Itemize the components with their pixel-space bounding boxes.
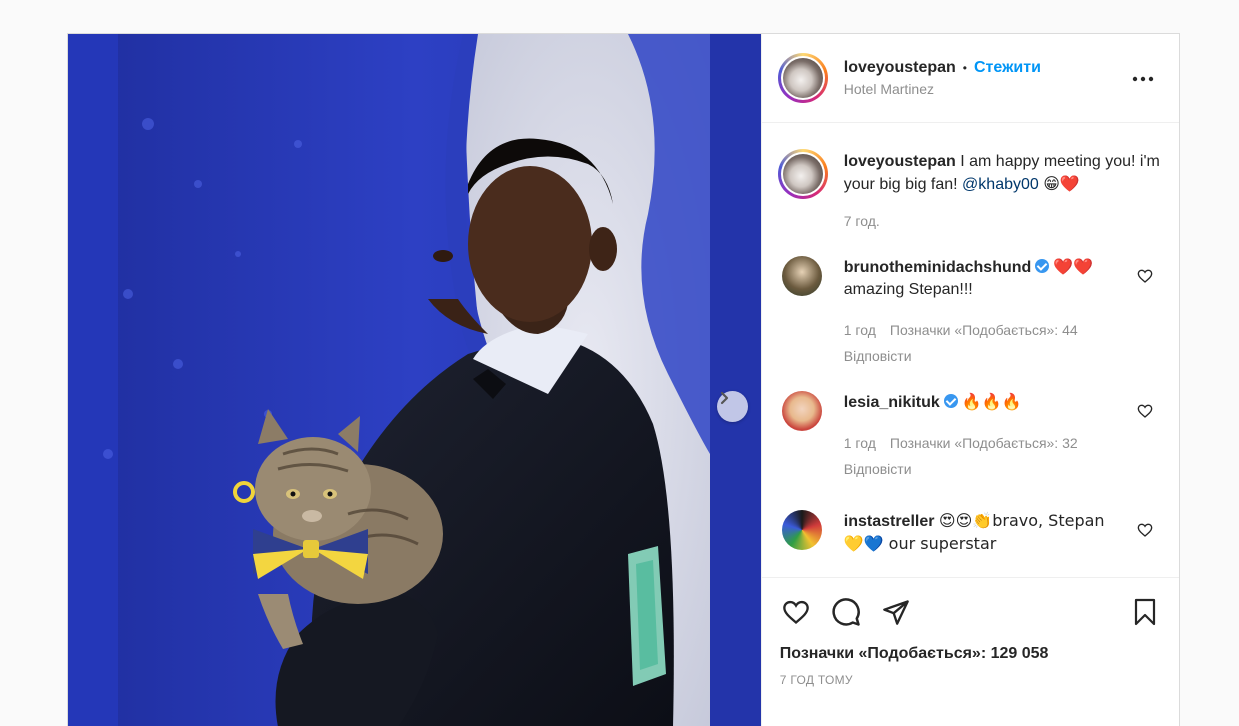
commenter-avatar[interactable] (781, 510, 822, 550)
comment-likes[interactable]: Позначки «Подобається»: 44 (890, 322, 1078, 338)
post-header: loveyoustepan • Стежити Hotel Martinez (761, 34, 1179, 123)
follow-button[interactable]: Стежити (974, 59, 1041, 77)
verified-badge-icon (1035, 259, 1050, 273)
more-horizontal-icon (1132, 76, 1154, 82)
like-button[interactable] (780, 596, 812, 628)
author-avatar[interactable] (777, 53, 828, 103)
post-caption: loveyoustepan I am happy meeting you! i'… (777, 149, 1163, 232)
save-button[interactable] (1129, 596, 1161, 628)
comment-emojis: ❤️❤️ (1053, 257, 1094, 276)
comment-item: brunotheminidachshund ❤️❤️ amazing Stepan… (778, 256, 1163, 367)
post-dialog: loveyoustepan • Стежити Hotel Martinez l… (67, 33, 1180, 726)
post-location[interactable]: Hotel Martinez (844, 81, 1041, 97)
share-button[interactable] (880, 596, 912, 628)
comment-time[interactable]: 1 год (844, 435, 876, 451)
caption-avatar[interactable] (777, 149, 828, 199)
comment-emojis: 🔥🔥🔥 (961, 392, 1022, 411)
comment-username[interactable]: lesia_nikituk (844, 394, 940, 411)
comment-item: instastreller 😍😍👏bravo, Stepan 💛💙 our su… (778, 510, 1163, 556)
avatar-image (782, 58, 823, 98)
reply-button[interactable]: Відповісти (844, 458, 1092, 480)
like-comment-heart-icon[interactable] (1137, 268, 1153, 284)
next-photo-button[interactable] (717, 391, 748, 422)
author-username[interactable]: loveyoustepan (844, 59, 956, 77)
send-paper-plane-icon (882, 600, 909, 625)
comment-item: lesia_nikituk 🔥🔥🔥 1 год Позначки «Подобаєт… (778, 391, 1163, 480)
photo-illustration (68, 34, 761, 726)
caption-mention[interactable]: @khaby00 (962, 176, 1039, 193)
post-photo[interactable] (68, 34, 761, 726)
comment-bubble-icon (832, 598, 860, 626)
verified-badge-icon (943, 394, 958, 408)
comment-username[interactable]: brunotheminidachshund (844, 259, 1032, 276)
comment-button[interactable] (830, 596, 862, 628)
comment-emojis: 😍😍👏bravo, Stepan (938, 511, 1105, 530)
comment-text: 💛💙 our superstar (843, 534, 997, 553)
heart-icon (782, 600, 809, 625)
post-time-ago[interactable]: 7 ГОД ТОМУ (780, 673, 1161, 687)
post-side-panel: loveyoustepan • Стежити Hotel Martinez l… (760, 34, 1179, 726)
avatar-image (782, 154, 823, 194)
comment-time[interactable]: 1 год (844, 322, 876, 338)
caption-time[interactable]: 7 год. (844, 213, 880, 229)
commenter-avatar[interactable] (781, 391, 822, 431)
likes-count[interactable]: Позначки «Подобається»: 129 058 (780, 645, 1161, 663)
comment-likes[interactable]: Позначки «Подобається»: 32 (890, 435, 1078, 451)
reply-button[interactable]: Відповісти (844, 345, 1093, 367)
post-actions: Позначки «Подобається»: 129 058 7 ГОД ТО… (761, 577, 1179, 726)
commenter-avatar[interactable] (781, 256, 822, 296)
more-options-button[interactable] (1131, 67, 1155, 91)
like-comment-heart-icon[interactable] (1137, 522, 1153, 538)
caption-emojis: 😁❤️ (1043, 174, 1080, 193)
caption-username[interactable]: loveyoustepan (844, 153, 956, 170)
like-comment-heart-icon[interactable] (1137, 403, 1153, 419)
bookmark-icon (1134, 598, 1156, 626)
comment-username[interactable]: instastreller (844, 513, 935, 530)
separator-dot: • (962, 61, 967, 75)
comment-text: amazing Stepan!!! (843, 281, 973, 298)
chevron-right-icon (720, 391, 729, 405)
comments-list[interactable]: loveyoustepan I am happy meeting you! i'… (762, 123, 1179, 577)
